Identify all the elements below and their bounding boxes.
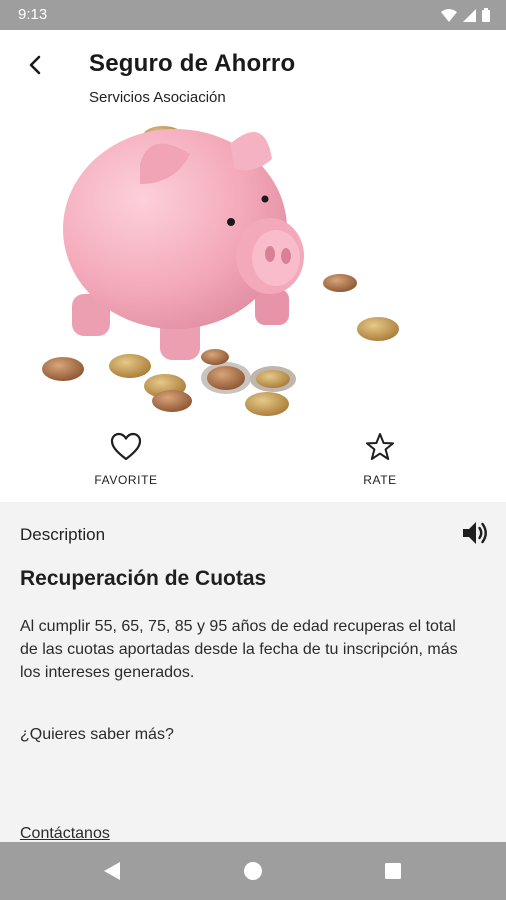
action-row: FAVORITE RATE <box>0 424 506 502</box>
content-body: Al cumplir 55, 65, 75, 85 y 95 años de e… <box>20 618 458 681</box>
square-recents-icon <box>385 863 401 879</box>
app-bar: Seguro de Ahorro Servicios Asociación <box>0 30 506 114</box>
star-icon <box>366 433 394 460</box>
navigation-bar <box>0 842 506 900</box>
content-title: Recuperación de Cuotas <box>20 567 267 590</box>
contact-link[interactable]: Contáctanos <box>20 825 110 843</box>
circle-home-icon <box>244 862 262 880</box>
nav-home-button[interactable] <box>241 859 265 883</box>
text-to-speech-button[interactable] <box>460 518 490 548</box>
battery-icon <box>482 8 490 22</box>
nav-back-button[interactable] <box>100 859 124 883</box>
speaker-icon <box>463 522 487 544</box>
page-subtitle: Servicios Asociación <box>89 89 226 106</box>
rate-label: RATE <box>363 473 397 487</box>
page-title: Seguro de Ahorro <box>89 50 296 77</box>
back-button[interactable] <box>18 48 52 82</box>
description-section: Description Recuperación de Cuotas Al cu… <box>0 502 506 842</box>
favorite-button[interactable]: FAVORITE <box>66 432 186 487</box>
favorite-label: FAVORITE <box>94 473 158 487</box>
back-arrow-icon <box>29 55 41 75</box>
status-bar: 9:13 <box>0 0 506 30</box>
nav-recents-button[interactable] <box>381 859 405 883</box>
status-icons <box>441 8 490 22</box>
hero-image <box>0 114 506 424</box>
piggy-bank-illustration <box>42 126 399 416</box>
triangle-back-icon <box>104 862 120 880</box>
cell-signal-icon <box>463 8 476 22</box>
status-time: 9:13 <box>18 6 48 23</box>
wifi-icon <box>441 8 457 22</box>
section-heading: Description <box>20 525 106 544</box>
rate-button[interactable]: RATE <box>320 432 440 487</box>
content-question: ¿Quieres saber más? <box>20 726 174 743</box>
heart-icon <box>110 432 142 461</box>
